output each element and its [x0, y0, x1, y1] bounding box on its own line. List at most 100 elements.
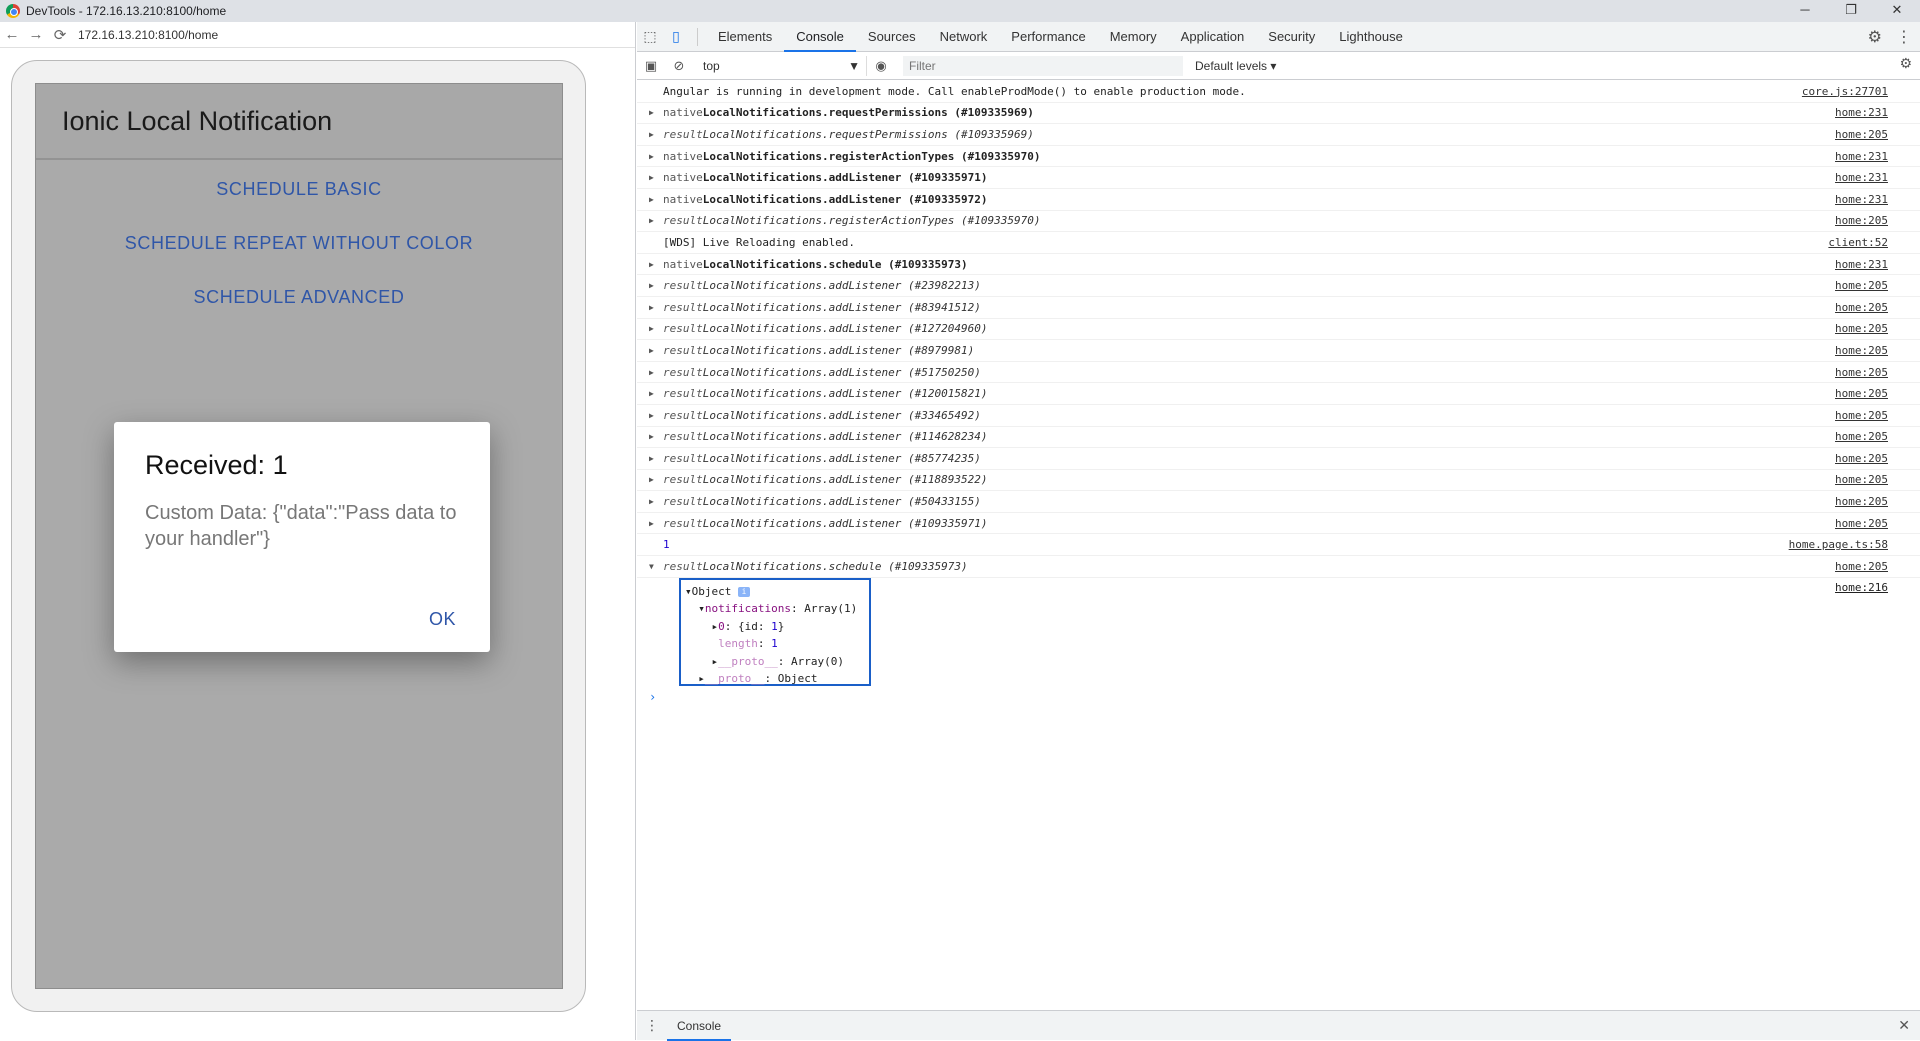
live-expression-eye-icon[interactable]: ◉ [867, 58, 895, 74]
prompt-icon[interactable]: › [649, 690, 656, 704]
collapsed-arrow-icon[interactable]: ▶ [649, 389, 654, 398]
url-field[interactable]: 172.16.13.210:8100/home [78, 28, 218, 42]
source-link[interactable]: home:205 [1835, 452, 1888, 465]
collapsed-arrow-icon[interactable]: ▶ [649, 130, 654, 139]
reload-icon[interactable]: ⟳ [48, 26, 72, 44]
more-options-icon[interactable]: ⋮ [1896, 27, 1912, 47]
filter-input[interactable] [903, 55, 1183, 76]
collapsed-arrow-icon[interactable]: ▶ [649, 195, 654, 204]
console-message[interactable]: ▶ result LocalNotifications.addListener (… [637, 319, 1920, 341]
console-message[interactable]: ▶ result LocalNotifications.addListener (… [637, 448, 1920, 470]
tab-security[interactable]: Security [1256, 22, 1327, 52]
back-icon[interactable]: ← [0, 26, 24, 43]
schedule-advanced-button[interactable]: SCHEDULE ADVANCED [36, 270, 562, 324]
source-link[interactable]: home:231 [1835, 150, 1888, 163]
collapsed-arrow-icon[interactable]: ▶ [649, 152, 654, 161]
console-message[interactable]: ▶ native LocalNotifications.schedule (#10… [637, 254, 1920, 276]
source-link[interactable]: home:205 [1835, 279, 1888, 292]
tab-memory[interactable]: Memory [1098, 22, 1169, 52]
collapsed-arrow-icon[interactable]: ▶ [649, 324, 654, 333]
source-link[interactable]: home:205 [1835, 366, 1888, 379]
collapsed-arrow-icon[interactable]: ▶ [649, 368, 654, 377]
inspect-element-icon[interactable]: ⬚ [637, 28, 663, 45]
console-message[interactable]: ▶ native LocalNotifications.requestPermis… [637, 103, 1920, 125]
console-message[interactable]: ▶ result LocalNotifications.addListener (… [637, 427, 1920, 449]
source-link[interactable]: home:231 [1835, 171, 1888, 184]
source-link[interactable]: home:205 [1835, 517, 1888, 530]
collapsed-arrow-icon[interactable]: ▶ [649, 519, 654, 528]
collapsed-arrow-icon[interactable]: ▶ [649, 173, 654, 182]
console-prompt-row[interactable]: › [637, 690, 1920, 708]
console-message[interactable]: ▶ result LocalNotifications.addListener (… [637, 470, 1920, 492]
collapsed-arrow-icon[interactable]: ▶ [649, 216, 654, 225]
tab-sources[interactable]: Sources [856, 22, 928, 52]
minimize-button[interactable]: ─ [1782, 0, 1828, 22]
console-message[interactable]: ▶ result LocalNotifications.addListener (… [637, 513, 1920, 535]
source-link[interactable]: home.page.ts:58 [1789, 538, 1888, 551]
console-settings-icon[interactable]: ⚙ [1899, 55, 1912, 72]
collapsed-arrow-icon[interactable]: ▶ [649, 497, 654, 506]
source-link[interactable]: home:205 [1835, 495, 1888, 508]
collapsed-arrow-icon[interactable]: ▶ [649, 260, 654, 269]
close-window-button[interactable]: ✕ [1874, 0, 1920, 22]
expanded-arrow-icon[interactable]: ▾ [685, 585, 692, 598]
tab-application[interactable]: Application [1169, 22, 1257, 52]
console-message[interactable]: ▼ result LocalNotifications.schedule (#10… [637, 556, 1920, 578]
source-link[interactable]: home:205 [1835, 560, 1888, 573]
collapsed-arrow-icon[interactable]: ▶ [649, 108, 654, 117]
source-link[interactable]: core.js:27701 [1802, 85, 1888, 98]
collapsed-arrow-icon[interactable]: ▶ [649, 432, 654, 441]
drawer-menu-icon[interactable]: ⋮ [637, 1017, 667, 1034]
object-tree[interactable]: ▾Object i ▾notifications: Array(1) ▸0: {… [679, 577, 871, 686]
tab-network[interactable]: Network [928, 22, 1000, 52]
collapsed-arrow-icon[interactable]: ▶ [649, 475, 654, 484]
collapsed-arrow-icon[interactable]: ▶ [649, 281, 654, 290]
tab-lighthouse[interactable]: Lighthouse [1327, 22, 1415, 52]
source-link[interactable]: home:205 [1835, 387, 1888, 400]
console-message[interactable]: ▶ result LocalNotifications.addListener (… [637, 340, 1920, 362]
console-message[interactable]: ▶ native LocalNotifications.addListener (… [637, 167, 1920, 189]
tab-console[interactable]: Console [784, 22, 856, 52]
source-link[interactable]: home:205 [1835, 322, 1888, 335]
source-link[interactable]: home:231 [1835, 106, 1888, 119]
console-message[interactable]: ▶ result LocalNotifications.addListener (… [637, 275, 1920, 297]
source-link[interactable]: home:205 [1835, 409, 1888, 422]
tab-elements[interactable]: Elements [706, 22, 784, 52]
console-message[interactable]: ▶ result LocalNotifications.addListener (… [637, 297, 1920, 319]
log-levels-dropdown[interactable]: Default levels ▾ [1195, 59, 1276, 73]
console-message[interactable]: ▶ result LocalNotifications.registerActio… [637, 211, 1920, 233]
expanded-arrow-icon[interactable]: ▾ [698, 602, 705, 615]
sidebar-toggle-icon[interactable]: ▣ [637, 58, 665, 74]
console-message[interactable]: ▶ native LocalNotifications.addListener (… [637, 189, 1920, 211]
console-message[interactable]: ▶ result LocalNotifications.addListener (… [637, 405, 1920, 427]
expanded-arrow-icon[interactable]: ▼ [649, 562, 654, 571]
source-link[interactable]: home:205 [1835, 301, 1888, 314]
collapsed-arrow-icon[interactable]: ▶ [649, 346, 654, 355]
collapsed-arrow-icon[interactable]: ▸ [698, 672, 705, 685]
console-message[interactable]: ▶ result LocalNotifications.addListener (… [637, 491, 1920, 513]
source-link[interactable]: home:205 [1835, 128, 1888, 141]
tab-performance[interactable]: Performance [999, 22, 1097, 52]
console-message[interactable]: ▶ result LocalNotifications.addListener (… [637, 383, 1920, 405]
collapsed-arrow-icon[interactable]: ▶ [649, 303, 654, 312]
source-link[interactable]: client:52 [1828, 236, 1888, 249]
source-link[interactable]: home:205 [1835, 214, 1888, 227]
device-toolbar-icon[interactable]: ▯ [663, 28, 689, 45]
collapsed-arrow-icon[interactable]: ▶ [649, 454, 654, 463]
source-link[interactable]: home:231 [1835, 193, 1888, 206]
context-selector[interactable]: top ▼ [697, 55, 867, 76]
source-link[interactable]: home:205 [1835, 473, 1888, 486]
console-message[interactable]: ▶ native LocalNotifications.registerActio… [637, 146, 1920, 168]
collapsed-arrow-icon[interactable]: ▶ [649, 411, 654, 420]
source-link[interactable]: home:205 [1835, 430, 1888, 443]
source-link[interactable]: home:216 [1835, 581, 1888, 594]
dialog-ok-button[interactable]: OK [429, 609, 456, 630]
console-message[interactable]: ▶ result LocalNotifications.addListener (… [637, 362, 1920, 384]
info-icon[interactable]: i [738, 586, 750, 597]
drawer-tab-console[interactable]: Console [667, 1011, 732, 1041]
restore-button[interactable]: ❐ [1828, 0, 1874, 22]
source-link[interactable]: home:231 [1835, 258, 1888, 271]
schedule-basic-button[interactable]: SCHEDULE BASIC [36, 162, 562, 216]
settings-gear-icon[interactable]: ⚙ [1868, 27, 1882, 47]
close-drawer-icon[interactable]: ✕ [1898, 1017, 1910, 1034]
